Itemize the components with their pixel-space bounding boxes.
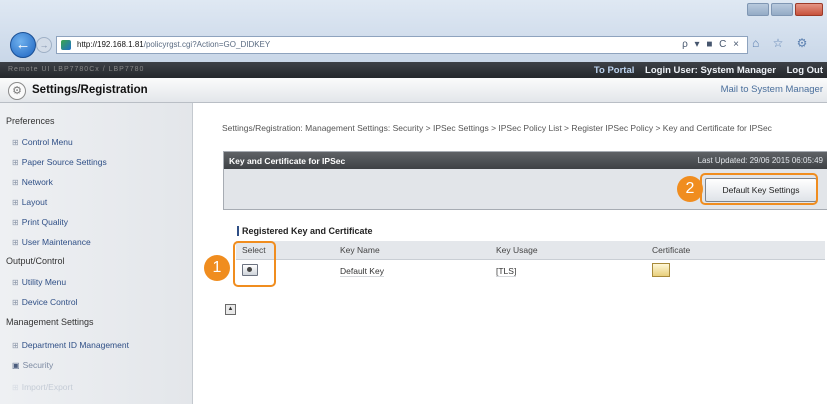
column-header-key-name: Key Name (334, 241, 490, 260)
close-window-button[interactable] (795, 3, 823, 16)
window-controls (747, 3, 823, 16)
key-usage: [TLS] (496, 265, 517, 277)
login-user-label: Login User: System Manager (645, 65, 776, 76)
key-usage-cell: [TLS] (490, 260, 646, 283)
certificate-cell (646, 260, 825, 283)
callout-badge-1: 1 (204, 255, 230, 281)
panel-title: Key and Certificate for IPSec (229, 156, 346, 166)
sidebar-section-preferences: Preferences (6, 116, 55, 126)
sidebar-item-print-quality[interactable]: Print Quality (12, 217, 68, 227)
table-row: Default Key [TLS] (236, 260, 825, 283)
registered-key-table: Select Key Name Key Usage Certificate De… (236, 241, 825, 282)
callout-badge-2: 2 (677, 176, 703, 202)
forward-arrow-icon[interactable]: → (36, 37, 52, 53)
browser-toolbar-icons[interactable]: ⌂ ☆ ⚙ (752, 36, 812, 50)
browser-chrome: ← → http://192.168.1.81/policyrgst.cgi?A… (0, 0, 827, 62)
mail-to-system-manager-link[interactable]: Mail to System Manager (721, 84, 823, 95)
address-controls[interactable]: ρ ▾ ■ C × (682, 39, 741, 50)
url-path: /policyrgst.cgi?Action=GO_DIDKEY (143, 40, 271, 49)
sidebar: Preferences Control Menu Paper Source Se… (0, 103, 193, 404)
to-portal-link[interactable]: To Portal (594, 65, 634, 76)
table-header-row: Select Key Name Key Usage Certificate (236, 241, 825, 260)
sidebar-item-department-id-management[interactable]: Department ID Management (12, 340, 129, 350)
column-header-certificate: Certificate (646, 241, 825, 260)
page-top-icon[interactable]: ▲ (225, 304, 236, 315)
address-url[interactable]: http://192.168.1.81/policyrgst.cgi?Actio… (77, 40, 270, 49)
sidebar-item-control-menu[interactable]: Control Menu (12, 137, 73, 147)
breadcrumb: Settings/Registration: Management Settin… (222, 123, 772, 133)
page-title: Settings/Registration (32, 84, 148, 96)
sidebar-section-management-settings: Management Settings (6, 317, 94, 327)
sidebar-item-device-control[interactable]: Device Control (12, 297, 78, 307)
back-arrow-icon[interactable]: ← (10, 32, 36, 58)
last-updated: Last Updated: 29/06 2015 06:05:49 (697, 156, 823, 165)
sidebar-item-utility-menu[interactable]: Utility Menu (12, 277, 66, 287)
top-bar: Remote UI LBP7780Cx / LBP7780 To Portal … (0, 62, 827, 78)
url-host: http://192.168.1.81 (77, 40, 144, 49)
callout-highlight-2 (700, 173, 818, 205)
sidebar-item-layout[interactable]: Layout (12, 197, 48, 207)
logout-link[interactable]: Log Out (787, 65, 823, 76)
printer-info: Remote UI LBP7780Cx / LBP7780 (8, 66, 145, 73)
minimize-button[interactable] (747, 3, 769, 16)
maximize-button[interactable] (771, 3, 793, 16)
callout-highlight-1 (233, 241, 276, 287)
key-name[interactable]: Default Key (340, 266, 384, 277)
sidebar-item-user-maintenance[interactable]: User Maintenance (12, 237, 91, 247)
column-header-key-usage: Key Usage (490, 241, 646, 260)
certificate-icon[interactable] (652, 263, 670, 277)
sidebar-item-paper-source-settings[interactable]: Paper Source Settings (12, 157, 107, 167)
key-name-cell: Default Key (334, 260, 490, 283)
site-favicon-icon (61, 40, 71, 50)
settings-header: ⚙ Settings/Registration Mail to System M… (0, 78, 827, 103)
sidebar-item-network[interactable]: Network (12, 177, 53, 187)
sidebar-item-security[interactable]: Security (12, 360, 54, 370)
registered-key-title: Registered Key and Certificate (237, 226, 373, 236)
panel-header: Key and Certificate for IPSec Last Updat… (224, 152, 827, 169)
gear-icon: ⚙ (8, 82, 26, 100)
sidebar-section-output-control: Output/Control (6, 256, 65, 266)
sidebar-item-import-export[interactable]: Import/Export (12, 382, 73, 392)
address-bar[interactable]: http://192.168.1.81/policyrgst.cgi?Actio… (56, 36, 748, 54)
